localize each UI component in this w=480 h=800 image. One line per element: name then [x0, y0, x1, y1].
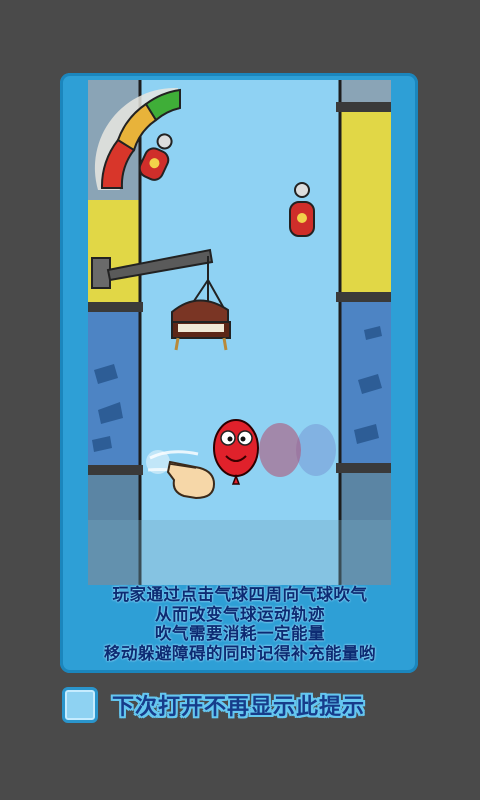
- caption-line: 玩家通过点击气球四周向气球吹气: [112, 585, 368, 604]
- balloon-icon: [296, 424, 336, 476]
- dont-show-again-checkbox[interactable]: [62, 687, 98, 723]
- balloon-icon: [259, 423, 301, 477]
- scene-illustration: [88, 80, 391, 585]
- game-scene: [88, 80, 391, 585]
- caption-line: 移动躲避障碍的同时记得补充能量哟: [104, 643, 376, 663]
- dont-show-again-label[interactable]: 下次打开不再显示此提示: [112, 689, 365, 721]
- right-building: [336, 80, 391, 585]
- caption-line: 从而改变气球运动轨迹: [155, 604, 325, 624]
- dont-show-again-toggle[interactable]: 下次打开不再显示此提示: [62, 686, 422, 724]
- tutorial-caption: 玩家通过点击气球四周向气球吹气 从而改变气球运动轨迹 吹气需要消耗一定能量 移动…: [76, 585, 404, 663]
- caption-line: 吹气需要消耗一定能量: [155, 624, 325, 643]
